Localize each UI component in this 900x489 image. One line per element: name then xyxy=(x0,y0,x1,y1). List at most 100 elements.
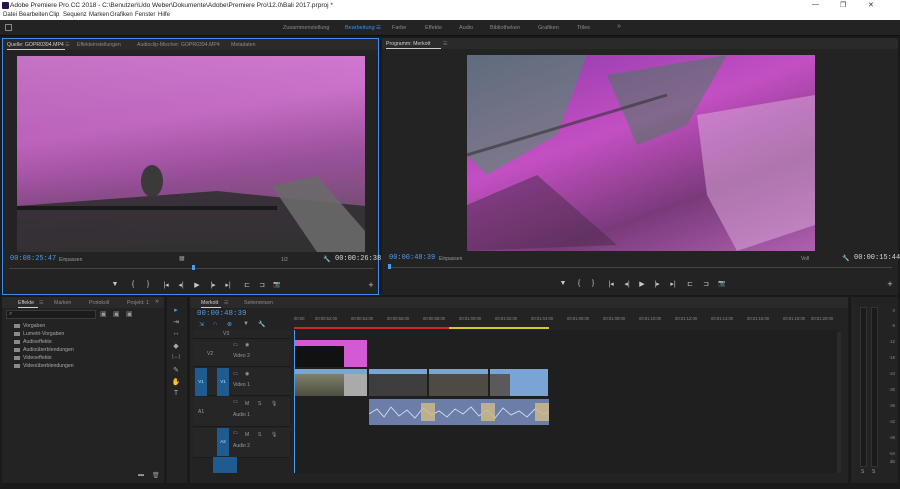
workspace-bearbeitung[interactable]: Bearbeitung xyxy=(345,25,375,31)
selection-tool-icon[interactable]: ▸ xyxy=(171,306,181,314)
menu-sequenz[interactable]: Sequenz xyxy=(63,12,87,18)
clip-v1-gopr0395[interactable]: GOPR0395.MP4 xyxy=(369,369,427,396)
source-settings-icon[interactable]: ▦ xyxy=(179,255,185,262)
program-go-to-in-icon[interactable]: |◂ xyxy=(606,280,616,288)
minimize-icon[interactable]: — xyxy=(812,1,819,8)
menu-clip[interactable]: Clip xyxy=(49,12,59,18)
accelerated-effects-icon[interactable]: ▣ xyxy=(100,310,107,318)
source-patch-v1[interactable]: V1 xyxy=(195,368,207,396)
solo-icon[interactable]: S xyxy=(258,432,261,438)
solo-right-button[interactable]: S xyxy=(872,469,875,475)
workspace-titles[interactable]: Titles xyxy=(577,25,590,31)
source-button-editor-icon[interactable]: + xyxy=(366,280,376,290)
mute-icon[interactable]: M xyxy=(245,432,249,438)
tab-metadata[interactable]: Metadaten xyxy=(231,42,256,48)
source-resolution-dropdown[interactable]: 1/2 xyxy=(281,257,288,263)
program-resolution-dropdown[interactable]: Voll xyxy=(801,256,809,262)
tab-sequence-merkott[interactable]: Merkott xyxy=(201,300,218,306)
time-ruler[interactable]: 00:00 00:00:52:00 00:00:54:00 00:00:56:0… xyxy=(294,316,839,330)
clip-v1-gopr0400[interactable]: GOPR0400.MP4 xyxy=(490,369,548,396)
effects-item-vorgaben[interactable]: Vorgaben xyxy=(23,323,45,329)
workspace-audio[interactable]: Audio xyxy=(459,25,473,31)
track-area[interactable]: Courtyard by Marriott Beachfront GOPR039… xyxy=(294,330,839,473)
effects-item-audiouberblendungen[interactable]: Audioüberblendungen xyxy=(23,347,74,353)
pen-tool-icon[interactable]: ✎ xyxy=(171,366,181,374)
program-lift-icon[interactable]: ⊏ xyxy=(685,280,695,288)
slip-tool-icon[interactable]: |↔| xyxy=(171,354,181,360)
tab-audio-clip-mixer[interactable]: Audioclip-Mischer: GOPR0394.MP4 xyxy=(137,42,220,48)
sync-lock-icon[interactable]: ▭ xyxy=(233,430,238,436)
source-mark-out-icon[interactable]: } xyxy=(143,281,153,288)
workspace-menu-icon[interactable]: ☰ xyxy=(376,25,381,31)
effects-item-videouberblendungen[interactable]: Videoüberblendungen xyxy=(23,363,74,369)
timeline-vertical-scrollbar[interactable] xyxy=(837,332,841,473)
effects-search-input[interactable]: ⌕ xyxy=(6,310,96,319)
close-icon[interactable]: ✕ xyxy=(868,1,874,9)
workspace-grafiken[interactable]: Grafiken xyxy=(538,25,559,31)
source-playhead[interactable] xyxy=(192,265,195,270)
effects-more-icon[interactable]: » xyxy=(155,298,159,305)
mute-icon[interactable]: M xyxy=(245,401,249,407)
voiceover-icon[interactable]: 🎙 xyxy=(271,432,277,438)
workspace-more-icon[interactable]: » xyxy=(617,23,621,30)
program-step-forward-icon[interactable]: |▸ xyxy=(652,280,662,288)
program-extract-icon[interactable]: ⊐ xyxy=(701,280,711,288)
clip-a1-audio[interactable] xyxy=(369,399,549,425)
track-target-a2[interactable]: A2 xyxy=(217,428,229,456)
tab-effects[interactable]: Effekte xyxy=(18,300,34,306)
ripple-edit-tool-icon[interactable]: ↔ xyxy=(171,330,181,337)
tab-history[interactable]: Protokoll xyxy=(89,300,109,306)
source-insert-icon[interactable]: ⊏ xyxy=(242,281,252,289)
tab-project[interactable]: Projekt: 1 xyxy=(127,300,149,306)
32bit-effects-icon[interactable]: ▣ xyxy=(113,310,120,318)
sync-lock-icon[interactable]: ▭ xyxy=(233,399,238,405)
tab-menu-icon[interactable]: ☰ xyxy=(65,42,70,48)
solo-icon[interactable]: S xyxy=(258,401,261,407)
linked-selection-icon[interactable]: ⊗ xyxy=(227,321,232,328)
source-overwrite-icon[interactable]: ⊐ xyxy=(257,281,267,289)
effects-item-videoeffekte[interactable]: Videoeffekte xyxy=(23,355,52,361)
tab-program[interactable]: Programm: Merkott xyxy=(386,41,430,47)
snap-icon[interactable]: ∩ xyxy=(213,321,217,327)
source-step-forward-icon[interactable]: |▸ xyxy=(208,281,218,289)
source-wrench-icon[interactable]: 🔧 xyxy=(323,256,330,263)
type-tool-icon[interactable]: T xyxy=(171,390,181,397)
sync-lock-icon[interactable]: ▭ xyxy=(233,371,238,377)
source-step-back-icon[interactable]: ◂| xyxy=(176,281,186,289)
program-mark-out-icon[interactable]: } xyxy=(588,280,598,287)
sync-lock-icon[interactable]: ▭ xyxy=(233,342,238,348)
source-mark-in-icon[interactable]: { xyxy=(128,281,138,288)
hand-tool-icon[interactable]: ✋ xyxy=(171,378,181,386)
toggle-output-icon[interactable]: ◉ xyxy=(245,371,249,377)
home-icon[interactable] xyxy=(5,24,12,31)
menu-fenster[interactable]: Fenster xyxy=(135,12,155,18)
source-fit-dropdown[interactable]: Einpassen xyxy=(59,257,82,263)
maximize-icon[interactable]: ❐ xyxy=(840,1,846,9)
timeline-playhead-line[interactable] xyxy=(294,330,295,473)
source-add-marker-icon[interactable]: ▼ xyxy=(110,281,120,288)
program-playhead[interactable] xyxy=(388,264,391,269)
source-go-to-out-icon[interactable]: ▸| xyxy=(223,281,233,289)
toggle-output-icon[interactable]: ◉ xyxy=(245,342,249,348)
workspace-bibliotheken[interactable]: Bibliotheken xyxy=(490,25,520,31)
workspace-zusammenstellung[interactable]: Zusammenstellung xyxy=(283,25,329,31)
menu-datei[interactable]: Datei xyxy=(3,12,17,18)
timeline-timecode[interactable]: 00:00:48:39 xyxy=(197,310,247,318)
razor-tool-icon[interactable]: ◆ xyxy=(171,342,181,350)
solo-left-button[interactable]: S xyxy=(861,469,864,475)
source-export-frame-icon[interactable]: 📷 xyxy=(272,281,282,288)
program-step-back-icon[interactable]: ◂| xyxy=(622,280,632,288)
program-playhead-timecode[interactable]: 00:00:48:39 xyxy=(389,254,435,262)
source-play-icon[interactable]: ▶ xyxy=(192,281,202,289)
timeline-tab-menu-icon[interactable]: ☰ xyxy=(224,300,229,306)
source-playhead-timecode[interactable]: 00:08:25:47 xyxy=(10,255,56,263)
effects-tab-menu-icon[interactable]: ☰ xyxy=(39,300,44,306)
track-target-a1[interactable] xyxy=(213,457,237,473)
delete-icon[interactable]: 🗑 xyxy=(152,472,160,479)
timeline-settings-icon[interactable]: 🔧 xyxy=(258,321,265,328)
source-patch-a1[interactable]: A1 xyxy=(198,409,204,415)
tab-markers[interactable]: Marken xyxy=(54,300,71,306)
effects-item-audioeffekte[interactable]: Audioeffekte xyxy=(23,339,52,345)
program-button-editor-icon[interactable]: + xyxy=(885,279,895,289)
effects-item-lumetri[interactable]: Lumetri-Vorgaben xyxy=(23,331,64,337)
